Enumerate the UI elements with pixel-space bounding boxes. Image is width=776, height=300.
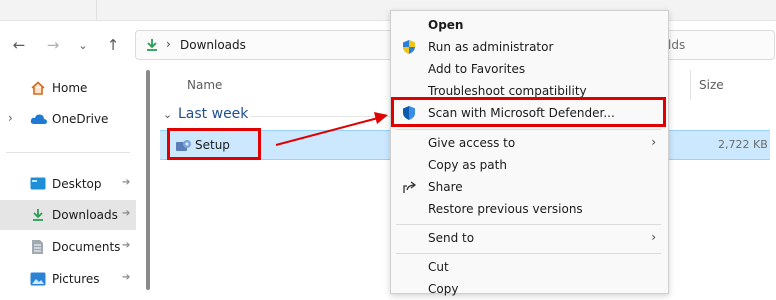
title-strip-divider [96,0,97,20]
chevron-right-icon: › [651,135,656,149]
column-header-size[interactable]: Size [699,78,724,92]
desktop-icon [30,177,46,190]
sidebar-item-label: Home [52,81,88,95]
context-menu: Open Run as administrator Add to Favorit… [390,10,669,296]
menu-item-give-access-to[interactable]: Give access to › [391,132,668,154]
column-divider[interactable] [690,70,691,100]
pin-icon[interactable]: ➔ [122,240,130,251]
breadcrumb-current[interactable]: Downloads [180,38,246,52]
search-input[interactable]: lds [663,30,775,60]
pin-icon[interactable]: ➔ [122,272,130,283]
sidebar-item-label: Downloads [52,208,118,222]
up-button[interactable]: ↑ [102,34,124,56]
chevron-down-icon: ⌄ [78,38,88,52]
sidebar-item-label: Desktop [52,177,102,191]
arrow-left-icon: ← [12,36,26,54]
sidebar-item-downloads[interactable]: Downloads ➔ [0,200,136,230]
group-header[interactable]: Last week [178,106,248,122]
home-icon [31,81,45,95]
menu-item-share[interactable]: Share [391,176,668,198]
menu-separator [396,224,661,225]
menu-item-add-to-favorites[interactable]: Add to Favorites [391,58,668,80]
menu-item-label: Open [428,18,464,32]
arrow-up-icon: ↑ [106,36,120,54]
menu-item-label: Share [428,180,463,194]
sidebar-item-label: Pictures [52,272,100,286]
document-icon [32,240,43,254]
search-placeholder: lds [668,38,686,52]
sidebar-scrollbar[interactable] [146,70,150,290]
menu-item-run-as-administrator[interactable]: Run as administrator [391,36,668,58]
column-header-name[interactable]: Name [187,78,222,92]
pin-icon[interactable]: ➔ [122,177,130,188]
pictures-icon [30,272,46,286]
menu-item-label: Give access to [428,136,516,150]
menu-item-restore-previous-versions[interactable]: Restore previous versions [391,198,668,220]
annotation-highlight-box [167,128,261,160]
download-folder-icon [147,39,157,51]
sidebar-item-documents[interactable]: Documents ➔ [0,232,136,262]
menu-item-label: Troubleshoot compatibility [428,84,587,98]
sidebar-divider [6,152,130,153]
annotation-highlight-box [391,97,666,127]
sidebar-item-onedrive[interactable]: › OneDrive [0,104,136,134]
arrow-right-icon: → [46,36,60,54]
share-icon [403,181,417,193]
download-icon [33,209,43,221]
chevron-right-icon: › [651,230,656,244]
chevron-down-icon[interactable]: ⌄ [163,108,172,121]
menu-item-label: Cut [428,260,449,274]
breadcrumb-separator-icon: › [166,37,171,51]
pin-icon[interactable]: ➔ [122,208,130,219]
menu-item-cut[interactable]: Cut [391,256,668,278]
sidebar-item-desktop[interactable]: Desktop ➔ [0,169,136,199]
file-size: 2,722 KB [718,138,768,151]
cloud-icon [30,114,48,124]
menu-item-label: Restore previous versions [428,202,583,216]
menu-item-copy-as-path[interactable]: Copy as path [391,154,668,176]
menu-separator [396,253,661,254]
sidebar-item-label: OneDrive [52,112,109,126]
sidebar-item-home[interactable]: Home [0,73,136,103]
annotation-arrow-icon [275,112,388,146]
menu-item-send-to[interactable]: Send to › [391,227,668,249]
menu-item-label: Copy [428,282,459,296]
back-button[interactable]: ← [8,34,30,56]
forward-button[interactable]: → [42,34,64,56]
menu-item-label: Copy as path [428,158,507,172]
menu-item-copy[interactable]: Copy [391,278,668,300]
recent-locations-button[interactable]: ⌄ [72,34,94,56]
address-bar[interactable]: › Downloads [135,30,396,60]
menu-separator [396,129,661,130]
sidebar-item-label: Documents [52,240,121,254]
menu-item-open[interactable]: Open [391,14,668,36]
menu-item-label: Add to Favorites [428,62,526,76]
menu-item-label: Run as administrator [428,40,554,54]
uac-shield-icon [403,40,415,54]
chevron-right-icon[interactable]: › [8,111,13,125]
menu-item-label: Send to [428,231,475,245]
